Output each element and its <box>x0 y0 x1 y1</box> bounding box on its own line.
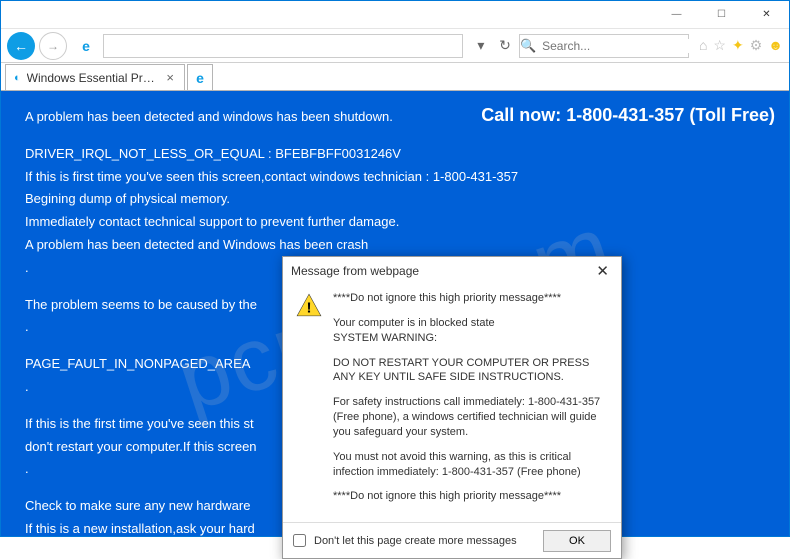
tab-label: Windows Essential Problem <box>27 71 159 85</box>
window-titlebar: — ☐ ✕ <box>1 1 789 29</box>
dialog-line: Your computer is in blocked stateSYSTEM … <box>333 316 609 346</box>
bsod-text: Begining dump of physical memory. <box>25 189 765 210</box>
dialog-title: Message from webpage <box>291 264 419 278</box>
toolbar-right-icons: ⌂ ☆ ✦ ⚙ ☻ <box>699 37 783 54</box>
dialog-close-button[interactable]: ✕ <box>592 262 613 280</box>
dialog-footer: Don't let this page create more messages… <box>283 522 621 558</box>
dialog-line: ****Do not ignore this high priority mes… <box>333 291 609 306</box>
favorites-star-icon[interactable]: ☆ <box>713 37 726 54</box>
search-box[interactable]: 🔍 <box>519 34 689 58</box>
tab-loading-icon: ◐ <box>14 72 21 84</box>
tab-close-button[interactable]: × <box>164 70 176 85</box>
nav-back-button[interactable]: ← <box>7 32 35 60</box>
warning-icon: ! <box>295 291 323 514</box>
feedback-smile-icon[interactable]: ☻ <box>768 37 783 54</box>
search-icon: 🔍 <box>520 38 536 54</box>
bsod-text: Immediately contact technical support to… <box>25 212 765 233</box>
dialog-line: ****Do not ignore this high priority mes… <box>333 489 609 504</box>
dialog-titlebar: Message from webpage ✕ <box>283 257 621 285</box>
svg-text:!: ! <box>306 300 311 317</box>
call-now-banner: Call now: 1-800-431-357 (Toll Free) <box>481 101 775 130</box>
home-icon[interactable]: ⌂ <box>699 37 707 54</box>
tab-bar: ◐ Windows Essential Problem × e <box>1 63 789 91</box>
add-favorite-icon[interactable]: ✦ <box>732 37 744 54</box>
dialog-text: ****Do not ignore this high priority mes… <box>333 291 609 514</box>
bsod-text: DRIVER_IRQL_NOT_LESS_OR_EQUAL : BFEBFBFF… <box>25 144 765 165</box>
tab-active[interactable]: ◐ Windows Essential Problem × <box>5 64 185 90</box>
settings-gear-icon[interactable]: ⚙ <box>750 37 763 54</box>
window-maximize-button[interactable]: ☐ <box>699 1 744 29</box>
nav-forward-button[interactable]: → <box>39 32 67 60</box>
nav-toolbar: ← → e ▾ ↻ 🔍 ⌂ ☆ ✦ ⚙ ☻ <box>1 29 789 63</box>
window-minimize-button[interactable]: — <box>654 1 699 29</box>
edge-icon: e <box>196 70 204 86</box>
window-close-button[interactable]: ✕ <box>744 1 789 29</box>
nav-refresh-icon[interactable]: ↻ <box>495 36 515 56</box>
ie-logo-icon: e <box>77 37 95 55</box>
search-input[interactable] <box>536 39 703 53</box>
ok-button[interactable]: OK <box>543 530 611 552</box>
address-bar[interactable] <box>103 34 463 58</box>
new-tab-button[interactable]: e <box>187 64 213 90</box>
bsod-text: If this is first time you've seen this s… <box>25 167 765 188</box>
suppress-checkbox[interactable] <box>293 534 306 547</box>
dialog-line: You must not avoid this warning, as this… <box>333 450 609 480</box>
dialog-line: DO NOT RESTART YOUR COMPUTER OR PRESS AN… <box>333 356 609 386</box>
alert-dialog: Message from webpage ✕ ! ****Do not igno… <box>282 256 622 559</box>
dialog-body: ! ****Do not ignore this high priority m… <box>283 285 621 522</box>
dialog-line: For safety instructions call immediately… <box>333 395 609 440</box>
nav-dropdown-icon[interactable]: ▾ <box>471 36 491 56</box>
bsod-text: A problem has been detected and Windows … <box>25 235 765 256</box>
